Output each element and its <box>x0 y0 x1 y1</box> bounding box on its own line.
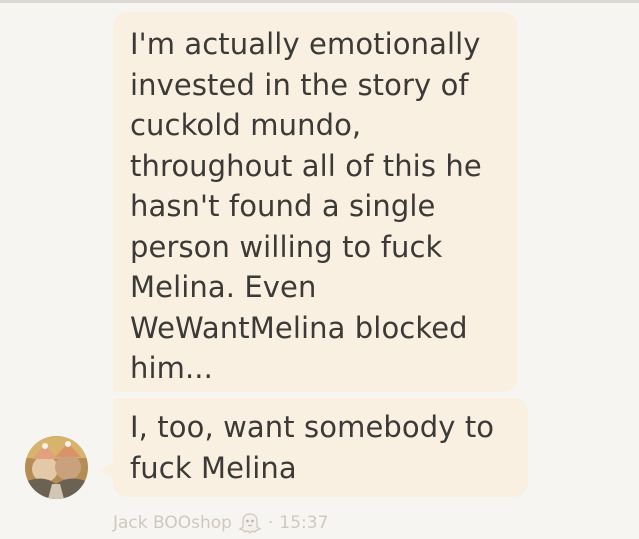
avatar-photo <box>25 436 88 499</box>
sender-avatar[interactable] <box>25 436 88 499</box>
message-bubble-2[interactable]: I, too, want somebody to fuck Melina <box>113 398 528 497</box>
top-divider <box>0 0 639 3</box>
message-time: 15:37 <box>279 513 329 533</box>
message-bubble-1[interactable]: I'm actually emotionally invested in the… <box>113 12 517 392</box>
bubble-tail <box>99 461 114 479</box>
meta-separator: · <box>267 513 274 533</box>
ghost-icon <box>238 512 262 534</box>
message-meta: Jack BOOshop · 15:37 <box>113 512 328 534</box>
sender-name[interactable]: Jack BOOshop <box>113 513 232 533</box>
